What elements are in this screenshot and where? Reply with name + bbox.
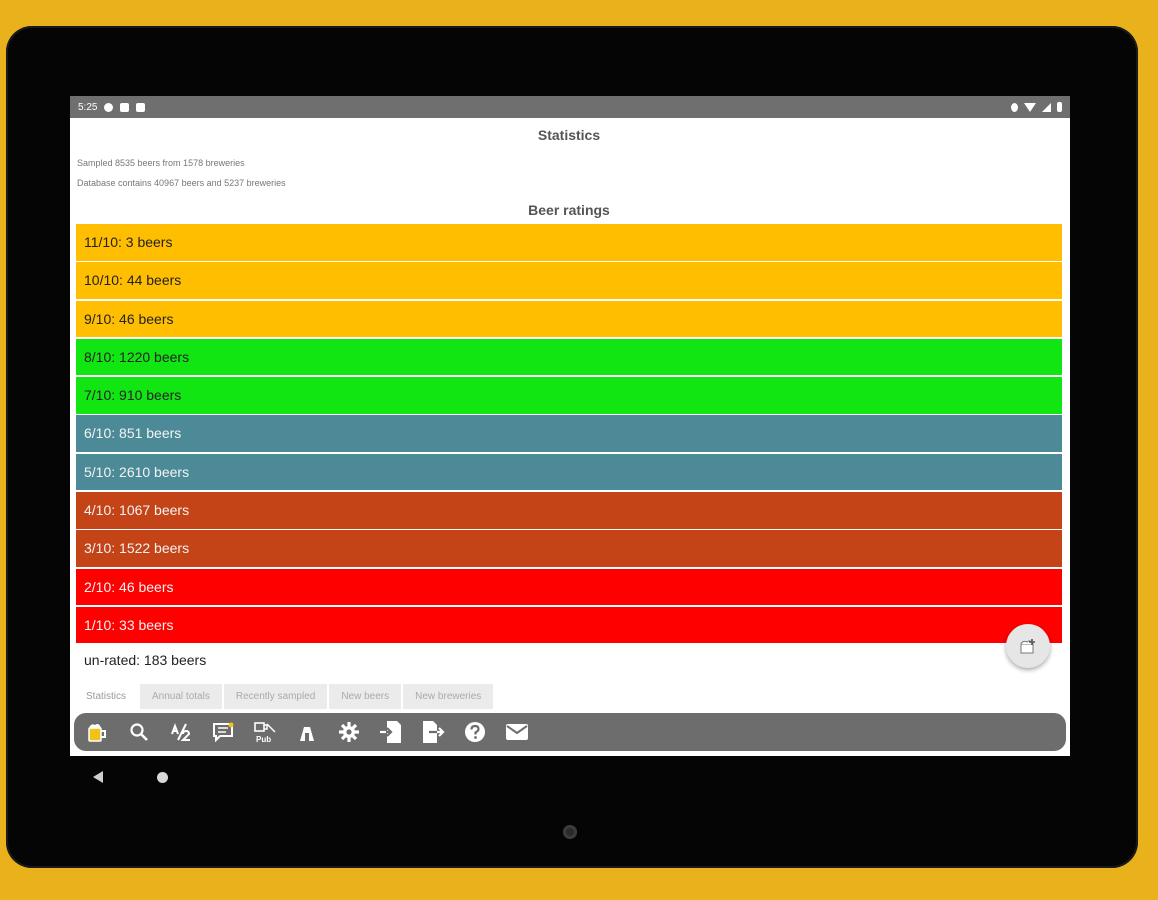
status-time: 5:25 <box>78 101 98 113</box>
pub-button[interactable]: Pub <box>252 719 278 745</box>
back-nav-icon[interactable] <box>93 771 103 783</box>
home-nav-icon[interactable] <box>157 772 168 783</box>
import-button[interactable] <box>378 719 404 745</box>
rating-list: 11/10: 3 beers 10/10: 44 beers 9/10: 46 … <box>76 224 1062 644</box>
statistics-content: Statistics Sampled 8535 beers from 1578 … <box>76 122 1062 671</box>
bottom-toolbar: Pub <box>74 713 1066 751</box>
status-bar: 5:25 <box>70 96 1070 118</box>
tab-new-breweries[interactable]: New breweries <box>403 684 494 709</box>
tab-new-beers[interactable]: New beers <box>329 684 402 709</box>
pub-icon: Pub <box>254 722 276 744</box>
help-button[interactable] <box>462 719 488 745</box>
brewery-icon <box>300 723 314 741</box>
rating-row-3[interactable]: 3/10: 1522 beers <box>76 530 1062 567</box>
wifi-icon <box>1024 102 1036 112</box>
sd-card-icon <box>136 102 146 112</box>
app-notification-icon <box>120 102 130 112</box>
mail-icon <box>506 724 528 740</box>
rating-row-9[interactable]: 9/10: 46 beers <box>76 300 1062 338</box>
settings-notification-icon <box>104 102 114 112</box>
add-beer-icon <box>1020 639 1035 654</box>
half-rating-button[interactable] <box>168 719 194 745</box>
rating-row-11[interactable]: 11/10: 3 beers <box>76 224 1062 261</box>
settings-button[interactable] <box>336 719 362 745</box>
beer-mug-button[interactable] <box>84 719 110 745</box>
tab-recently-sampled[interactable]: Recently sampled <box>223 684 328 709</box>
location-icon <box>1011 102 1018 112</box>
comment-icon <box>213 722 234 742</box>
tab-bar: Statistics Annual totals Recently sample… <box>74 684 495 709</box>
gear-icon <box>339 722 359 742</box>
rating-row-2[interactable]: 2/10: 46 beers <box>76 568 1062 606</box>
statistics-title: Statistics <box>537 127 601 143</box>
app-screen: 5:25 Statistics Sampled 8535 beers from … <box>70 96 1070 756</box>
unrated-count[interactable]: un-rated: 183 beers <box>76 645 1062 671</box>
front-camera <box>563 825 577 839</box>
brewery-button[interactable] <box>294 719 320 745</box>
search-button[interactable] <box>126 719 152 745</box>
sampled-summary: Sampled 8535 beers from 1578 breweries <box>77 158 245 168</box>
rating-row-8[interactable]: 8/10: 1220 beers <box>76 338 1062 376</box>
signal-icon <box>1042 102 1051 112</box>
battery-icon <box>1057 102 1062 112</box>
rating-row-10[interactable]: 10/10: 44 beers <box>76 262 1062 299</box>
export-button[interactable] <box>420 719 446 745</box>
beer-mug-icon <box>88 724 106 742</box>
rating-row-6[interactable]: 6/10: 851 beers <box>76 415 1062 452</box>
mail-button[interactable] <box>504 719 530 745</box>
beer-ratings-title: Beer ratings <box>528 202 610 218</box>
add-beer-fab[interactable] <box>1006 624 1050 668</box>
tab-annual-totals[interactable]: Annual totals <box>140 684 222 709</box>
rating-row-1[interactable]: 1/10: 33 beers <box>76 606 1062 644</box>
tab-statistics[interactable]: Statistics <box>74 684 139 709</box>
help-icon <box>465 722 485 742</box>
rating-row-5[interactable]: 5/10: 2610 beers <box>76 453 1062 491</box>
comment-button[interactable] <box>210 719 236 745</box>
search-icon <box>130 723 148 741</box>
rating-row-7[interactable]: 7/10: 910 beers <box>76 377 1062 414</box>
pub-label: Pub <box>256 735 271 744</box>
half-rating-icon <box>171 723 191 741</box>
import-icon <box>380 721 401 743</box>
rating-row-4[interactable]: 4/10: 1067 beers <box>76 492 1062 529</box>
database-summary: Database contains 40967 beers and 5237 b… <box>77 178 286 188</box>
export-icon <box>423 721 445 743</box>
